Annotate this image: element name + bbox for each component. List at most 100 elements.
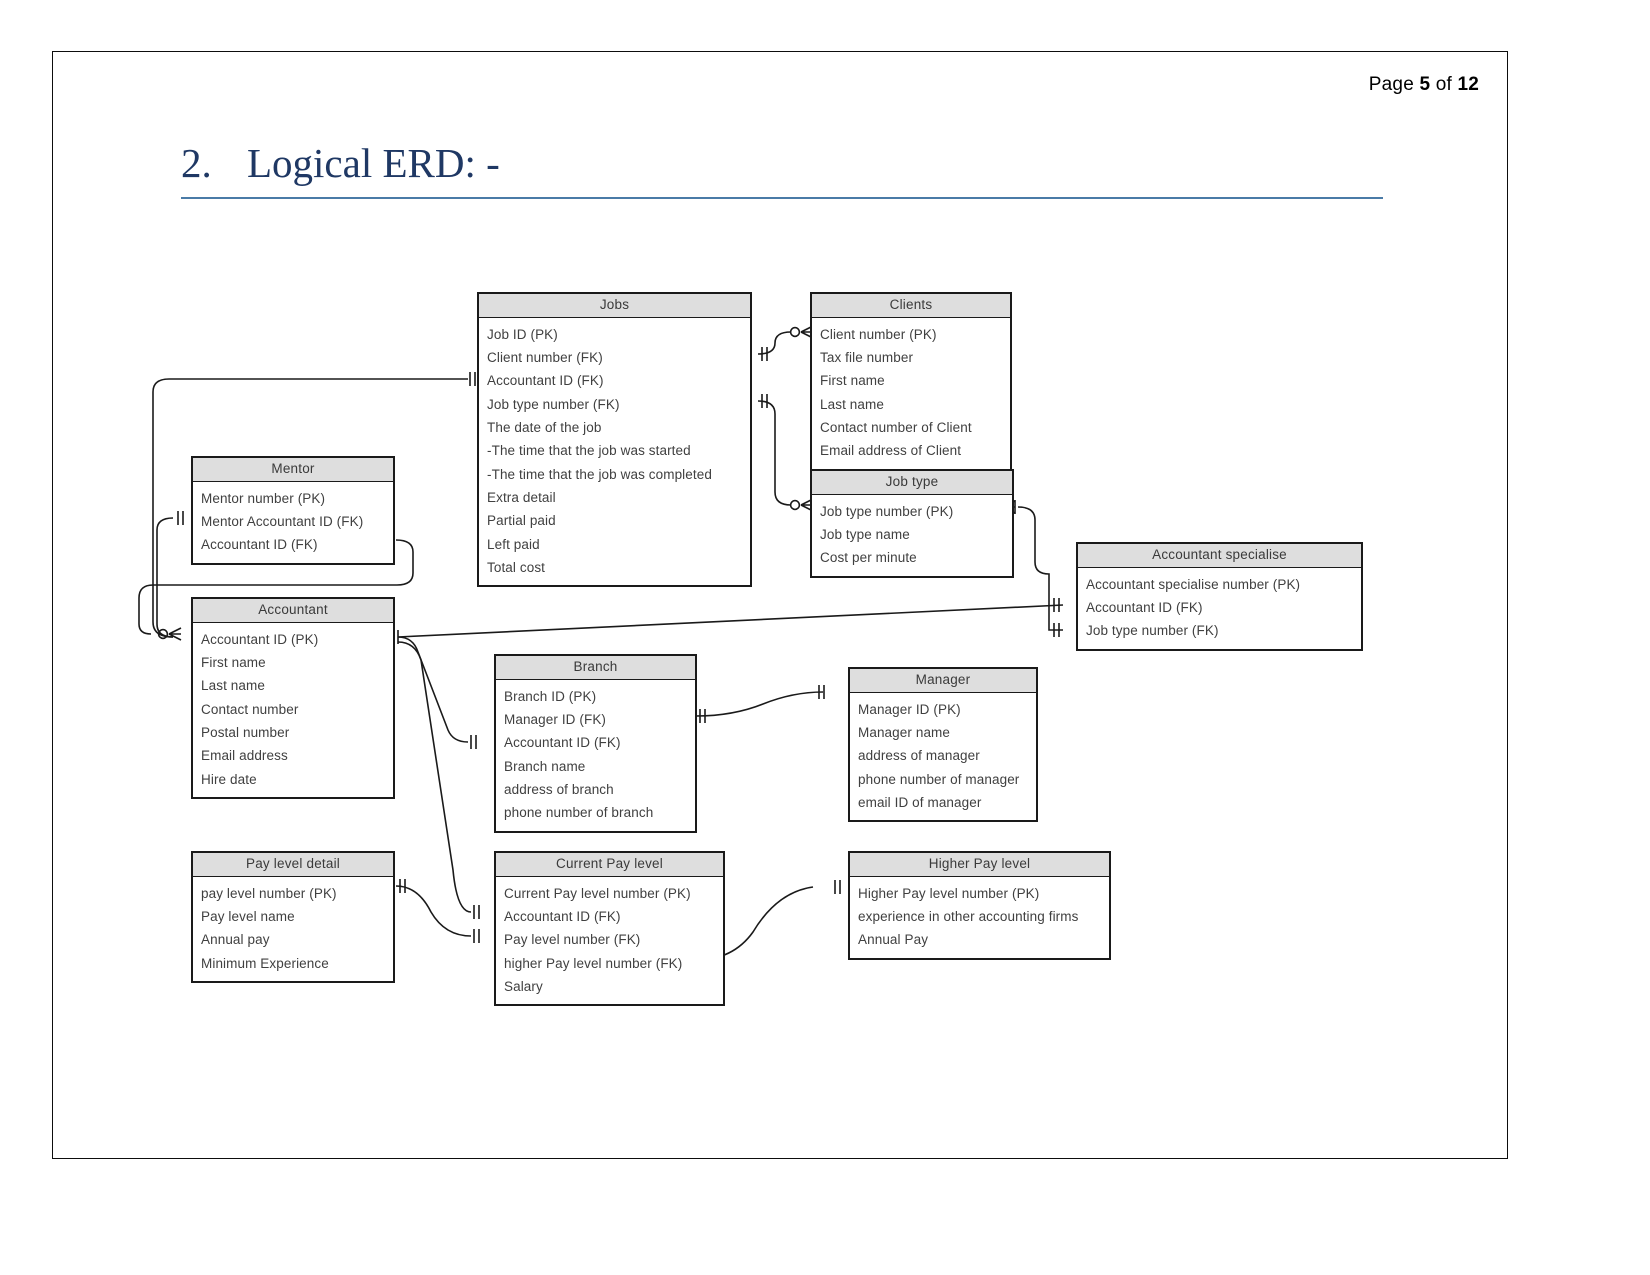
attribute-row: Manager ID (PK) (858, 701, 961, 717)
attribute-row: Pay level number (FK) (504, 932, 641, 948)
entity-accountant-specialise-title: Accountant specialise (1078, 544, 1361, 568)
attribute-row: Current Pay level number (PK) (504, 885, 691, 901)
page-total: 12 (1457, 74, 1479, 95)
attribute-row: Manager name (858, 725, 951, 741)
entity-job-type-title: Job type (812, 471, 1012, 495)
card-zero-clients (789, 326, 801, 338)
attribute-row: Last name (820, 396, 884, 412)
crowsfoot-accountant (168, 627, 182, 641)
attribute-row: First name (201, 655, 266, 671)
crowsfoot-jobtype-right (1002, 500, 1016, 514)
entity-clients-attributes: Client number (PK) Tax file number First… (812, 318, 1010, 469)
card-one-jobs-jobtype (761, 394, 768, 408)
entity-job-type-attributes: Job type number (PK) Job type name Cost … (812, 495, 1012, 576)
entity-manager-title: Manager (850, 669, 1036, 693)
title-underline-rule (181, 197, 1383, 200)
attribute-row: Annual pay (201, 932, 270, 948)
entity-current-pay-level-attributes: Current Pay level number (PK) Accountant… (496, 877, 723, 1004)
attribute-row: Salary (504, 979, 543, 995)
page-label: Page (1368, 74, 1414, 95)
card-one-accountant-specialise (392, 630, 399, 644)
heading-text: Logical ERD: - (247, 140, 500, 186)
attribute-row: Accountant ID (FK) (1086, 600, 1203, 616)
attribute-row: pay level number (PK) (201, 885, 337, 901)
entity-higher-pay-level-attributes: Higher Pay level number (PK) experience … (850, 877, 1109, 958)
card-one-jobs-client (761, 347, 768, 361)
connector-accountant-mentor (156, 517, 174, 638)
card-one-specialise-accountant (1053, 598, 1060, 612)
connector-accountant-currentpay (397, 641, 472, 913)
card-one-jobs-accountant (469, 372, 476, 386)
attribute-row: address of branch (504, 782, 614, 798)
attribute-row: Tax file number (820, 350, 914, 366)
attribute-row: Postal number (201, 725, 290, 741)
entity-mentor[interactable]: Mentor Mentor number (PK) Mentor Account… (191, 456, 395, 565)
entity-branch-attributes: Branch ID (PK) Manager ID (FK) Accountan… (496, 680, 695, 831)
attribute-row: Annual Pay (858, 932, 929, 948)
attribute-row: Total cost (487, 559, 546, 575)
attribute-row: Email address (201, 748, 288, 764)
entity-accountant-specialise-attributes: Accountant specialise number (PK) Accoun… (1078, 568, 1361, 649)
attribute-row: Job type number (FK) (487, 396, 620, 412)
entity-mentor-title: Mentor (193, 458, 393, 482)
heading-number: 2. (181, 140, 212, 186)
attribute-row: Client number (PK) (820, 326, 937, 342)
entity-accountant[interactable]: Accountant Accountant ID (PK) First name… (191, 597, 395, 799)
card-one-mentor (177, 511, 184, 525)
attribute-row: Email address of Client (820, 443, 962, 459)
attribute-row: Branch ID (PK) (504, 688, 597, 704)
card-one-currentpay-higher (699, 953, 706, 967)
connector-jobs-jobtype (757, 400, 792, 506)
attribute-row: Accountant specialise number (PK) (1086, 576, 1301, 592)
attribute-row: Higher Pay level number (PK) (858, 885, 1040, 901)
entity-jobs[interactable]: Jobs Job ID (PK) Client number (FK) Acco… (477, 292, 752, 588)
attribute-row: Job type number (FK) (1086, 623, 1219, 639)
entity-pay-level-detail[interactable]: Pay level detail pay level number (PK) P… (191, 851, 395, 984)
entity-job-type[interactable]: Job type Job type number (PK) Job type n… (810, 469, 1014, 578)
attribute-row: Job type number (PK) (820, 503, 954, 519)
attribute-row: Accountant ID (FK) (201, 537, 318, 553)
card-one-specialise-jobtype (1053, 623, 1060, 637)
attribute-row: address of manager (858, 748, 980, 764)
page-of-label: of (1435, 74, 1452, 95)
entity-current-pay-level-title: Current Pay level (496, 853, 723, 877)
entity-accountant-specialise[interactable]: Accountant specialise Accountant special… (1076, 542, 1363, 651)
attribute-row: Last name (201, 678, 265, 694)
attribute-row: Mentor Accountant ID (FK) (201, 514, 364, 530)
entity-manager[interactable]: Manager Manager ID (PK) Manager name add… (848, 667, 1038, 823)
attribute-row: Left paid (487, 536, 540, 552)
connector-branch-manager (695, 691, 824, 717)
connector-jobs-clients (757, 331, 792, 355)
entity-current-pay-level[interactable]: Current Pay level Current Pay level numb… (494, 851, 725, 1007)
card-zero-accountant (157, 628, 169, 640)
attribute-row: experience in other accounting firms (858, 909, 1079, 925)
connector-mentor-accountant (138, 539, 414, 635)
entity-branch[interactable]: Branch Branch ID (PK) Manager ID (FK) Ac… (494, 654, 697, 833)
attribute-row: Accountant ID (PK) (201, 631, 319, 647)
card-one-currentpay-paylevel (473, 929, 480, 943)
attribute-row: Job ID (PK) (487, 326, 558, 342)
entity-clients[interactable]: Clients Client number (PK) Tax file numb… (810, 292, 1012, 471)
connector-paylevel-currentpay (395, 885, 472, 937)
card-one-branch-accountant (470, 735, 477, 749)
attribute-row: Cost per minute (820, 550, 917, 566)
connector-accountant-jobs (152, 378, 468, 638)
attribute-row: phone number of manager (858, 771, 1020, 787)
attribute-row: Contact number of Client (820, 420, 972, 436)
attribute-row: Branch name (504, 758, 586, 774)
connector-specialise-down (1048, 605, 1063, 631)
entity-manager-attributes: Manager ID (PK) Manager name address of … (850, 693, 1036, 820)
card-one-higherpay (834, 880, 841, 894)
entity-mentor-attributes: Mentor number (PK) Mentor Accountant ID … (193, 482, 393, 563)
card-one-paylevel (399, 879, 406, 893)
entity-pay-level-detail-title: Pay level detail (193, 853, 393, 877)
entity-accountant-attributes: Accountant ID (PK) First name Last name … (193, 623, 393, 797)
card-one-jobtype-right (1009, 500, 1016, 514)
card-one-branch-manager (699, 709, 706, 723)
attribute-row: Job type name (820, 527, 910, 543)
crowsfoot-jobtype (800, 498, 814, 512)
page-title: 2. Logical ERD: - (181, 140, 1383, 200)
attribute-row: Accountant ID (FK) (504, 909, 621, 925)
entity-higher-pay-level[interactable]: Higher Pay level Higher Pay level number… (848, 851, 1111, 960)
attribute-row: Pay level name (201, 909, 295, 925)
